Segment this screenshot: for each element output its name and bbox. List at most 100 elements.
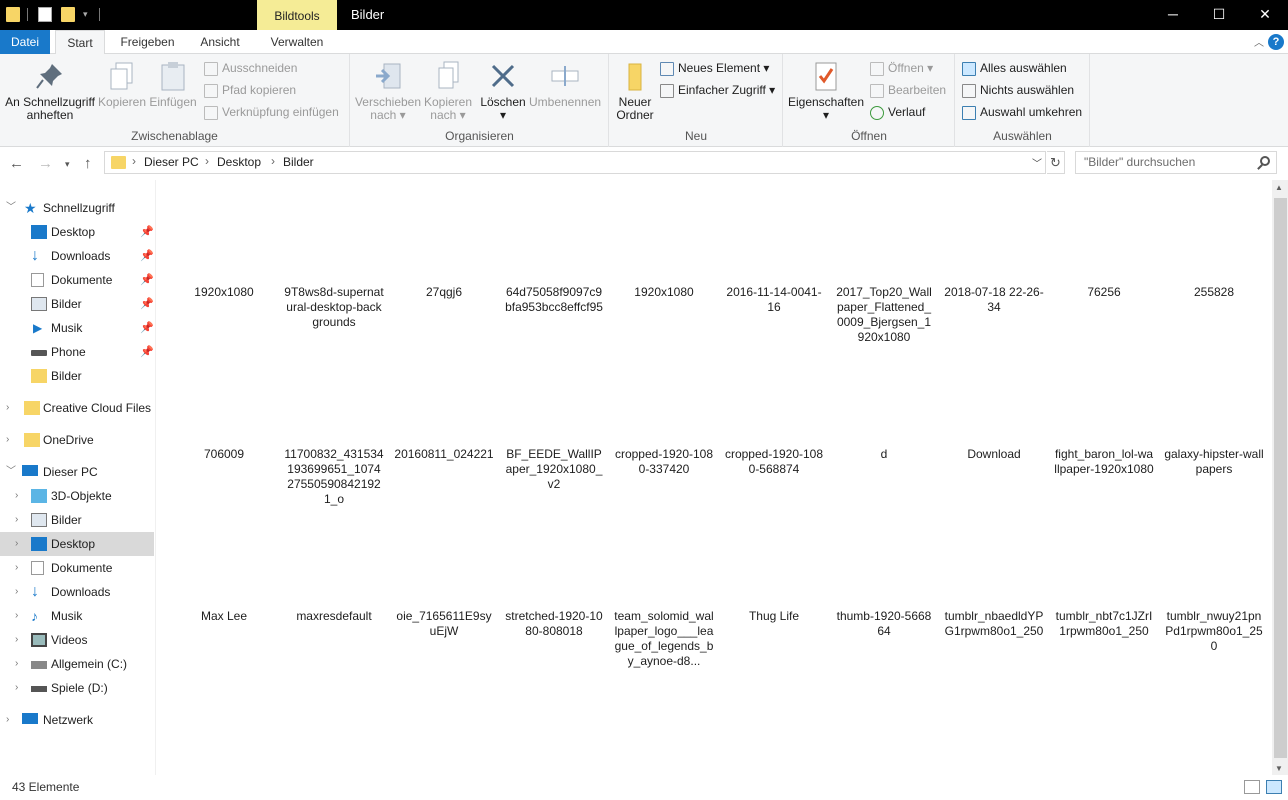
select-none-button[interactable]: Nichts auswählen: [962, 80, 1074, 100]
chevron-right-icon[interactable]: ›: [132, 154, 136, 168]
back-arrow-icon[interactable]: ←: [9, 155, 24, 172]
invert-selection-button[interactable]: Auswahl umkehren: [962, 102, 1082, 122]
forward-arrow-icon[interactable]: →: [38, 155, 53, 172]
easy-access-button[interactable]: Einfacher Zugriff ▾: [660, 80, 775, 100]
customize-quick-access-icon[interactable]: ▾: [83, 9, 93, 24]
chevron-right-icon[interactable]: ›: [205, 154, 209, 168]
file-item[interactable]: d: [834, 447, 934, 462]
file-item[interactable]: 255828: [1164, 285, 1264, 300]
chevron-right-icon[interactable]: ›: [6, 708, 9, 732]
file-item[interactable]: maxresdefault: [284, 609, 384, 624]
file-item[interactable]: 11700832_431534193699651_107427550590842…: [284, 447, 384, 507]
pin-icon[interactable]: 📌: [140, 292, 154, 316]
breadcrumb-dieser-pc[interactable]: Dieser PC: [144, 155, 199, 169]
chevron-right-icon[interactable]: ›: [15, 652, 18, 676]
nav-pc-drive-c[interactable]: › Allgemein (C:): [0, 652, 154, 676]
breadcrumb-bilder[interactable]: Bilder: [283, 155, 314, 169]
select-all-button[interactable]: Alles auswählen: [962, 58, 1067, 78]
open-button[interactable]: Öffnen ▾: [870, 58, 933, 78]
help-icon[interactable]: ?: [1268, 34, 1284, 50]
properties-button[interactable]: Eigenschaften ▾: [786, 60, 866, 122]
file-item[interactable]: 20160811_024221: [394, 447, 494, 462]
chevron-right-icon[interactable]: ›: [15, 604, 18, 628]
file-item[interactable]: tumblr_nbt7c1JZrI1rpwm80o1_250: [1054, 609, 1154, 639]
file-item[interactable]: 64d75058f9097c9bfa953bcc8effcf95: [504, 285, 604, 315]
file-item[interactable]: 2016-11-14-0041-16: [724, 285, 824, 315]
up-arrow-icon[interactable]: ↑: [84, 155, 92, 172]
file-item[interactable]: tumblr_nwuy21pnPd1rpwm80o1_250: [1164, 609, 1264, 654]
file-item[interactable]: 2018-07-18 22-26-34: [944, 285, 1044, 315]
file-item[interactable]: 27qgj6: [394, 285, 494, 300]
tab-verwalten[interactable]: Verwalten: [257, 30, 337, 54]
scrollbar-thumb[interactable]: [1274, 198, 1287, 758]
new-folder-icon[interactable]: [61, 7, 75, 22]
chevron-right-icon[interactable]: ›: [15, 508, 18, 532]
details-view-icon[interactable]: [1244, 780, 1260, 794]
breadcrumb-desktop[interactable]: Desktop: [217, 155, 261, 169]
file-item[interactable]: galaxy-hipster-wallpapers: [1164, 447, 1264, 477]
address-bar[interactable]: › Dieser PC › Desktop › Bilder ﹀: [104, 151, 1046, 174]
file-item[interactable]: 1920x1080: [614, 285, 714, 300]
file-item[interactable]: team_solomid_wallpaper_logo___league_of_…: [614, 609, 714, 669]
file-item[interactable]: cropped-1920-1080-568874: [724, 447, 824, 477]
nav-onedrive[interactable]: › OneDrive: [0, 428, 154, 452]
chevron-down-icon[interactable]: ﹀: [1032, 155, 1042, 170]
nav-pc-drive-d[interactable]: › Spiele (D:): [0, 676, 154, 700]
paste-shortcut-button[interactable]: Verknüpfung einfügen: [204, 102, 339, 122]
delete-button[interactable]: Löschen ▾: [477, 60, 529, 122]
file-item[interactable]: thumb-1920-566864: [834, 609, 934, 639]
chevron-right-icon[interactable]: ›: [15, 628, 18, 652]
file-item[interactable]: cropped-1920-1080-337420: [614, 447, 714, 477]
file-item[interactable]: 1920x1080: [174, 285, 274, 300]
paste-button[interactable]: Einfügen: [148, 60, 198, 109]
file-item[interactable]: 76256: [1054, 285, 1154, 300]
properties-icon[interactable]: [38, 7, 52, 22]
file-item[interactable]: Download: [944, 447, 1044, 462]
nav-quick-access[interactable]: ﹀ ★ Schnellzugriff: [0, 196, 154, 220]
pin-icon[interactable]: 📌: [140, 340, 154, 364]
file-item[interactable]: Max Lee: [174, 609, 274, 624]
minimize-button[interactable]: ─: [1150, 0, 1196, 30]
nav-quick-music[interactable]: ▶ Musik 📌: [0, 316, 154, 340]
recent-locations-icon[interactable]: ▾: [65, 159, 70, 170]
tab-ansicht[interactable]: Ansicht: [190, 30, 250, 54]
chevron-down-icon[interactable]: ﹀: [6, 460, 16, 484]
pin-icon[interactable]: 📌: [140, 244, 154, 268]
move-to-button[interactable]: Verschieben nach ▾: [353, 60, 423, 122]
nav-quick-documents[interactable]: Dokumente 📌: [0, 268, 154, 292]
file-item[interactable]: stretched-1920-1080-808018: [504, 609, 604, 639]
file-item[interactable]: 706009: [174, 447, 274, 462]
maximize-button[interactable]: ☐: [1196, 0, 1242, 30]
refresh-icon[interactable]: ↻: [1047, 151, 1065, 174]
file-item[interactable]: fight_baron_lol-wallpaper-1920x1080: [1054, 447, 1154, 477]
chevron-right-icon[interactable]: ›: [15, 484, 18, 508]
nav-network[interactable]: › Netzwerk: [0, 708, 154, 732]
tab-start[interactable]: Start: [55, 30, 105, 55]
rename-button[interactable]: Umbenennen: [529, 60, 601, 109]
chevron-right-icon[interactable]: ›: [6, 428, 9, 452]
pin-quick-access-button[interactable]: An Schnellzugriff anheften: [4, 60, 96, 122]
copy-path-button[interactable]: Pfad kopieren: [204, 80, 296, 100]
nav-pc-downloads[interactable]: › ↓ Downloads: [0, 580, 154, 604]
nav-pc-music[interactable]: › ♪ Musik: [0, 604, 154, 628]
file-item[interactable]: BF_EEDE_WallIPaper_1920x1080_v2: [504, 447, 604, 492]
nav-quick-phone[interactable]: Phone 📌: [0, 340, 154, 364]
nav-pc-pictures[interactable]: › Bilder: [0, 508, 154, 532]
nav-pc-desktop[interactable]: › Desktop: [0, 532, 154, 556]
chevron-right-icon[interactable]: ›: [6, 396, 9, 420]
cut-button[interactable]: Ausschneiden: [204, 58, 297, 78]
new-item-button[interactable]: Neues Element ▾: [660, 58, 769, 78]
file-item[interactable]: oie_7165611E9syuEjW: [394, 609, 494, 639]
chevron-right-icon[interactable]: ›: [15, 676, 18, 700]
nav-quick-pictures[interactable]: Bilder 📌: [0, 292, 154, 316]
copy-button[interactable]: Kopieren: [96, 60, 148, 109]
search-input[interactable]: "Bilder" durchsuchen: [1075, 151, 1277, 174]
file-item[interactable]: 2017_Top20_Wallpaper_Flattened_0009_Bjer…: [834, 285, 934, 345]
new-folder-button[interactable]: Neuer Ordner: [612, 60, 658, 122]
chevron-down-icon[interactable]: ﹀: [6, 196, 16, 220]
tab-datei[interactable]: Datei: [0, 30, 50, 54]
collapse-ribbon-icon[interactable]: ︿: [1254, 34, 1264, 49]
close-button[interactable]: ✕: [1242, 0, 1288, 30]
nav-pc-documents[interactable]: › Dokumente: [0, 556, 154, 580]
chevron-right-icon[interactable]: ›: [271, 154, 275, 168]
